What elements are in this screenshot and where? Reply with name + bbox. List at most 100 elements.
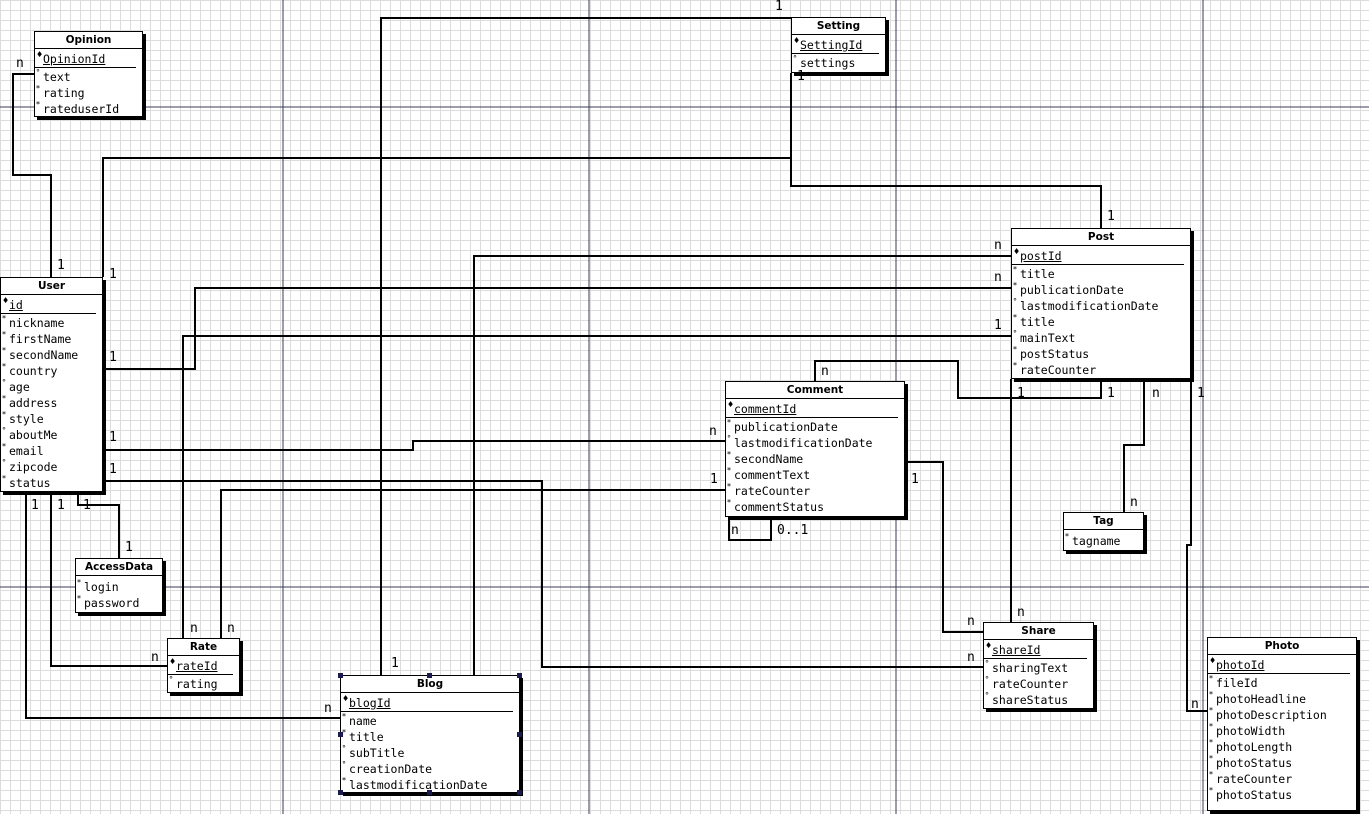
- attribute-marker-icon: ♦: [342, 694, 350, 703]
- attribute-marker-icon: °: [985, 675, 989, 684]
- attribute[interactable]: * commentStatus: [726, 498, 904, 515]
- attribute-name: settings: [800, 56, 856, 70]
- attribute[interactable]: * publicationDate: [1012, 281, 1190, 298]
- attribute-marker-icon: *: [1209, 722, 1213, 731]
- attribute-name: publicationDate: [734, 420, 838, 434]
- attribute[interactable]: * tagname: [1064, 532, 1143, 549]
- attribute[interactable]: ° age: [1, 378, 102, 395]
- attribute[interactable]: * fileId: [1208, 674, 1356, 691]
- primary-key-attribute[interactable]: ♦ OpinionId: [35, 50, 136, 68]
- attribute[interactable]: * password: [76, 594, 162, 611]
- selection-handle[interactable]: [427, 673, 432, 678]
- attribute[interactable]: * photoStatus: [1208, 786, 1356, 803]
- entity-comment[interactable]: Comment ♦ commentId * publicationDate ° lastmo…: [725, 381, 905, 517]
- selection-handle[interactable]: [427, 790, 432, 795]
- attribute[interactable]: * photoDescription: [1208, 706, 1356, 723]
- primary-key-attribute[interactable]: ♦ photoId: [1208, 656, 1350, 674]
- attribute-marker-icon: °: [36, 68, 40, 77]
- attribute[interactable]: * nickname: [1, 314, 102, 331]
- attribute[interactable]: * photoHeadline: [1208, 690, 1356, 707]
- attribute[interactable]: * email: [1, 442, 102, 459]
- entity-photo[interactable]: Photo ♦ photoId * fileId * photoHeadline * photo…: [1207, 637, 1357, 811]
- attribute[interactable]: * photoWidth: [1208, 722, 1356, 739]
- attribute-marker-icon: *: [2, 330, 6, 339]
- attribute-name: postStatus: [1020, 347, 1090, 361]
- selection-handle[interactable]: [338, 673, 343, 678]
- attribute[interactable]: * name: [341, 712, 519, 729]
- entity-share[interactable]: Share ♦ shareId ° sharingText ° rateCounter ° sh…: [983, 622, 1094, 709]
- selection-handle[interactable]: [517, 790, 522, 795]
- selection-handle[interactable]: [517, 673, 522, 678]
- attribute[interactable]: ° subTitle: [341, 744, 519, 761]
- attribute[interactable]: ° zipcode: [1, 458, 102, 475]
- entity-tag[interactable]: Tag * tagname: [1063, 512, 1144, 551]
- entity-blog[interactable]: Blog ♦ blogId * name * title ° subTitle ° creation…: [340, 675, 520, 793]
- attribute[interactable]: * postStatus: [1012, 345, 1190, 362]
- attribute[interactable]: ° rateCounter: [984, 675, 1093, 692]
- attribute-list: * tagname: [1064, 530, 1143, 549]
- attribute-marker-icon: ♦: [1013, 247, 1021, 256]
- primary-key-attribute[interactable]: ♦ rateId: [168, 657, 233, 675]
- attribute-marker-icon: °: [342, 760, 346, 769]
- attribute[interactable]: ° aboutMe: [1, 426, 102, 443]
- attribute[interactable]: * status: [1, 474, 102, 491]
- primary-key-attribute[interactable]: ♦ blogId: [341, 694, 513, 712]
- attribute[interactable]: * secondName: [726, 450, 904, 467]
- entity-rate[interactable]: Rate ♦ rateId ° rating: [167, 638, 240, 693]
- entity-title: Setting: [792, 18, 885, 35]
- entity-title: AccessData: [76, 559, 162, 576]
- attribute[interactable]: * rateCounter: [1012, 361, 1190, 378]
- attribute-marker-icon: *: [77, 578, 81, 587]
- primary-key-attribute[interactable]: ♦ id: [1, 296, 96, 314]
- attribute[interactable]: ° text: [35, 68, 142, 85]
- attribute[interactable]: ° shareStatus: [984, 691, 1093, 708]
- attribute-marker-icon: *: [36, 100, 40, 109]
- selection-handle[interactable]: [517, 732, 522, 737]
- attribute[interactable]: * secondName: [1, 346, 102, 363]
- attribute[interactable]: * login: [76, 578, 162, 595]
- attribute[interactable]: ° mainText: [1012, 329, 1190, 346]
- primary-key-attribute[interactable]: ♦ postId: [1012, 247, 1184, 265]
- attribute[interactable]: * title: [341, 728, 519, 745]
- primary-key-attribute[interactable]: ♦ shareId: [984, 641, 1087, 659]
- attribute[interactable]: * style: [1, 410, 102, 427]
- entity-user[interactable]: User ♦ id * nickname * firstName * secondName * co…: [0, 277, 103, 492]
- selection-handle[interactable]: [338, 732, 343, 737]
- primary-key-attribute[interactable]: ♦ commentId: [726, 400, 898, 418]
- attribute[interactable]: * country: [1, 362, 102, 379]
- attribute[interactable]: * rating: [35, 84, 142, 101]
- attribute-marker-icon: °: [727, 434, 731, 443]
- entity-setting[interactable]: Setting ♦ SettingId ° settings: [791, 17, 886, 73]
- attribute[interactable]: * title: [1012, 313, 1190, 330]
- attribute-name: rateCounter: [992, 677, 1069, 691]
- entity-accessdata[interactable]: AccessData * login * password: [75, 558, 163, 613]
- attribute[interactable]: * rateCounter: [1208, 770, 1356, 787]
- entity-opinion[interactable]: Opinion ♦ OpinionId ° text * rating * rateduserI…: [34, 31, 143, 117]
- attribute[interactable]: * commentText: [726, 466, 904, 483]
- cardinality-label: 1: [797, 69, 805, 84]
- attribute[interactable]: * photoStatus: [1208, 754, 1356, 771]
- selection-handle[interactable]: [338, 790, 343, 795]
- attribute[interactable]: * publicationDate: [726, 418, 904, 435]
- attribute-marker-icon: *: [2, 362, 6, 371]
- attribute[interactable]: * rateduserId: [35, 100, 142, 117]
- attribute-marker-icon: °: [342, 744, 346, 753]
- attribute[interactable]: * rateCounter: [726, 482, 904, 499]
- attribute[interactable]: * photoLength: [1208, 738, 1356, 755]
- attribute[interactable]: * title: [1012, 265, 1190, 282]
- attribute-name: tagname: [1072, 534, 1121, 548]
- attribute-name: title: [349, 730, 384, 744]
- attribute-marker-icon: °: [2, 378, 6, 387]
- entity-post[interactable]: Post ♦ postId * title * publicationDate ° lastmo…: [1011, 228, 1191, 379]
- attribute-name: sharingText: [992, 661, 1069, 675]
- attribute[interactable]: ° lastmodificationDate: [726, 434, 904, 451]
- attribute[interactable]: ° creationDate: [341, 760, 519, 777]
- attribute[interactable]: ° rating: [168, 675, 239, 692]
- attribute[interactable]: ° settings: [792, 54, 885, 71]
- attribute[interactable]: ° lastmodificationDate: [1012, 297, 1190, 314]
- primary-key-attribute[interactable]: ♦ SettingId: [792, 36, 879, 54]
- attribute[interactable]: ° sharingText: [984, 659, 1093, 676]
- attribute[interactable]: * firstName: [1, 330, 102, 347]
- attribute-name: lastmodificationDate: [1020, 299, 1159, 313]
- attribute[interactable]: * address: [1, 394, 102, 411]
